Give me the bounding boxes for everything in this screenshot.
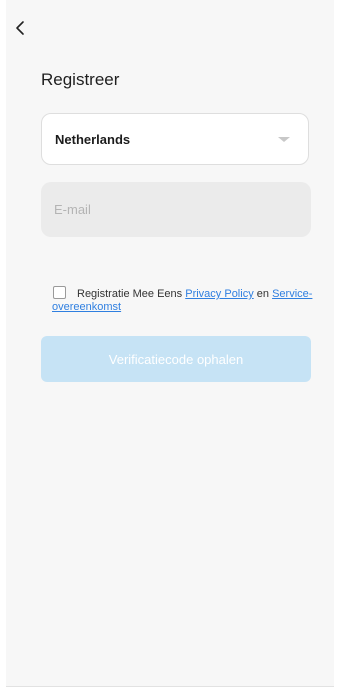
agreement-checkbox[interactable] <box>53 286 66 299</box>
get-verification-code-button[interactable]: Verificatiecode ophalen <box>41 336 311 382</box>
email-field[interactable] <box>41 182 311 237</box>
agreement-row: Registratie Mee Eens Privacy Policy en S… <box>52 286 314 314</box>
agreement-text: Registratie Mee Eens <box>77 288 183 300</box>
chevron-left-icon <box>15 20 25 36</box>
privacy-policy-link[interactable]: Privacy Policy <box>185 288 253 300</box>
back-button[interactable] <box>10 16 30 40</box>
country-select[interactable]: Netherlands <box>41 113 309 165</box>
agreement-conjunction: en <box>256 288 270 300</box>
screen: Registreer Netherlands Registratie Mee E… <box>6 0 334 687</box>
page-title: Registreer <box>41 70 120 89</box>
country-value: Netherlands <box>55 131 131 147</box>
caret-down-icon <box>278 136 290 142</box>
